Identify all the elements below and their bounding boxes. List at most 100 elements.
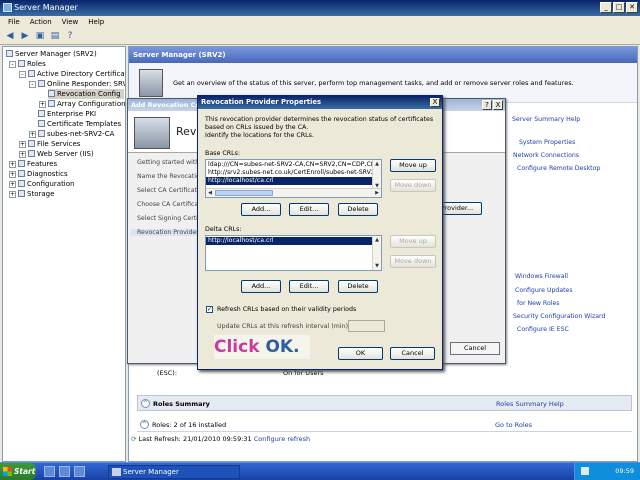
up-folder-icon[interactable]: ▣ (34, 31, 46, 43)
base-crl-item[interactable]: ldap:///CN=subes-net-SRV2-CA,CN=SRV2,CN=… (206, 161, 373, 169)
configure-ie-esc-link[interactable]: Configure IE ESC (517, 326, 569, 333)
tree-node-online-responder[interactable]: Online Responder: SRV (38, 79, 125, 89)
base-crls-list[interactable]: ldap:///CN=subes-net-SRV2-CA,CN=SRV2,CN=… (205, 159, 382, 198)
server-icon (6, 50, 13, 57)
roles-summary-bar: ^ Roles Summary Roles Summary Help (137, 395, 632, 411)
expand-ca-icon[interactable]: + (29, 131, 36, 138)
tree-node-features[interactable]: Features (18, 159, 57, 169)
properties-icon[interactable]: ▤ (49, 31, 61, 43)
base-crls-hscroll[interactable]: ◀ ▶ (206, 188, 381, 197)
refresh-interval-input[interactable] (348, 320, 385, 332)
wizard-step: Getting started with (137, 159, 200, 166)
collapse-roles-summary-icon[interactable]: ^ (141, 399, 150, 408)
expand-features-icon[interactable]: + (9, 161, 16, 168)
collapse-adcs-icon[interactable]: - (19, 71, 26, 78)
menu-file[interactable]: File (8, 16, 20, 29)
pki-icon (38, 110, 45, 117)
base-edit-button[interactable]: Edit... (289, 203, 329, 216)
maximize-button[interactable]: □ (613, 2, 625, 13)
tree-node-enterprise-pki[interactable]: Enterprise PKI (38, 109, 96, 119)
scroll-up-icon[interactable]: ▲ (373, 236, 381, 244)
remote-desktop-link[interactable]: Configure Remote Desktop (517, 165, 600, 172)
system-properties-link[interactable]: System Properties (519, 139, 575, 146)
collapse-roles-icon[interactable]: ^ (140, 420, 149, 429)
dialog-close-icon[interactable]: X (430, 98, 440, 107)
tree-node-diagnostics[interactable]: Diagnostics (18, 169, 68, 179)
tree-node-ca[interactable]: subes-net-SRV2-CA (38, 129, 114, 139)
collapse-roles-icon[interactable]: - (9, 61, 16, 68)
collapse-online-responder-icon[interactable]: - (29, 81, 36, 88)
tree-node-revocation-config[interactable]: Revocation Config (48, 89, 124, 99)
base-add-button[interactable]: Add... (241, 203, 281, 216)
base-move-down-button[interactable]: Move down (390, 179, 436, 192)
tree-node-array-configuration[interactable]: Array Configuration (48, 99, 125, 109)
new-roles-link[interactable]: for New Roles (517, 300, 560, 307)
network-connections-link[interactable]: Network Connections (513, 152, 579, 159)
tree-node-adcs[interactable]: Active Directory Certificate (28, 69, 125, 79)
menu-view[interactable]: View (62, 16, 79, 29)
delta-crl-item-selected[interactable]: http://localhost/ca.crl (206, 237, 373, 245)
scroll-down-icon[interactable]: ▼ (373, 262, 381, 270)
templates-icon (38, 120, 45, 127)
scroll-left-icon[interactable]: ◀ (206, 189, 214, 197)
refresh-crls-checkbox[interactable]: ✓ (206, 306, 213, 313)
menu-action[interactable]: Action (30, 16, 52, 29)
server-summary-help-link[interactable]: Server Summary Help (512, 116, 580, 123)
delta-edit-button[interactable]: Edit... (289, 280, 329, 293)
clock: 09:59 (615, 467, 634, 475)
base-crl-item[interactable]: http://srv2.subes-net.co.uk/CertEnroll/s… (206, 169, 373, 177)
tree-node-configuration[interactable]: Configuration (18, 179, 74, 189)
configure-updates-link[interactable]: Configure Updates (515, 287, 573, 294)
help-icon[interactable]: ? (64, 31, 76, 43)
delta-move-up-button[interactable]: Move up (390, 235, 436, 248)
expand-file-services-icon[interactable]: + (19, 141, 26, 148)
configure-refresh-link[interactable]: Configure refresh (254, 435, 310, 443)
folder-icon (28, 140, 35, 147)
go-to-roles-link[interactable]: Go to Roles (495, 421, 532, 429)
base-crls-vscroll[interactable]: ▲ ▼ (372, 160, 381, 190)
delta-add-button[interactable]: Add... (241, 280, 281, 293)
tree-node-roles[interactable]: Roles (18, 59, 46, 69)
base-delete-button[interactable]: Delete (338, 203, 378, 216)
network-icon[interactable] (581, 467, 589, 475)
back-arrow-icon[interactable]: ◀ (4, 31, 16, 43)
expand-iis-icon[interactable]: + (19, 151, 26, 158)
base-crl-item-selected[interactable]: http://localhost/ca.crl (206, 177, 373, 185)
minimize-button[interactable]: _ (600, 2, 612, 13)
delta-crls-vscroll[interactable]: ▲ ▼ (372, 236, 381, 270)
wizard-step: Select CA Certificate (137, 187, 201, 194)
scroll-up-icon[interactable]: ▲ (373, 160, 381, 168)
tree-node-file-services[interactable]: File Services (28, 139, 80, 149)
tree-node-web-server[interactable]: Web Server (IIS) (28, 149, 94, 159)
menu-help[interactable]: Help (88, 16, 104, 29)
windows-firewall-link[interactable]: Windows Firewall (515, 273, 568, 280)
server-manager-quicklaunch-icon[interactable] (44, 466, 55, 477)
base-move-up-button[interactable]: Move up (390, 159, 436, 172)
delta-move-down-button[interactable]: Move down (390, 255, 436, 268)
explorer-quicklaunch-icon[interactable] (74, 466, 85, 477)
ok-button[interactable]: OK (338, 347, 383, 360)
security-config-wizard-link[interactable]: Security Configuration Wizard (513, 313, 605, 320)
tree-node-certificate-templates[interactable]: Certificate Templates (38, 119, 121, 129)
delta-crls-list[interactable]: http://localhost/ca.crl ▲ ▼ (205, 235, 382, 271)
forward-arrow-icon[interactable]: ▶ (19, 31, 31, 43)
hscroll-thumb[interactable] (215, 190, 273, 196)
scroll-right-icon[interactable]: ▶ (373, 189, 381, 197)
wizard-help-button[interactable]: ? (482, 100, 492, 110)
delta-delete-button[interactable]: Delete (338, 280, 378, 293)
roles-summary-help-link[interactable]: Roles Summary Help (496, 400, 564, 408)
expand-configuration-icon[interactable]: + (9, 181, 16, 188)
close-button[interactable]: ✕ (626, 2, 638, 13)
powershell-quicklaunch-icon[interactable] (59, 466, 70, 477)
start-button[interactable]: Start (0, 463, 36, 480)
tree-node-storage[interactable]: Storage (18, 189, 54, 199)
expand-diagnostics-icon[interactable]: + (9, 171, 16, 178)
tree-node-server-manager[interactable]: Server Manager (SRV2) (6, 49, 97, 59)
wizard-cancel-button[interactable]: Cancel (450, 342, 500, 355)
cancel-button[interactable]: Cancel (390, 347, 435, 360)
server-manager-icon (3, 3, 12, 12)
wizard-close-button[interactable]: X (493, 100, 503, 110)
taskbar-server-manager[interactable]: Server Manager (108, 465, 240, 479)
expand-array-config-icon[interactable]: + (39, 101, 46, 108)
expand-storage-icon[interactable]: + (9, 191, 16, 198)
